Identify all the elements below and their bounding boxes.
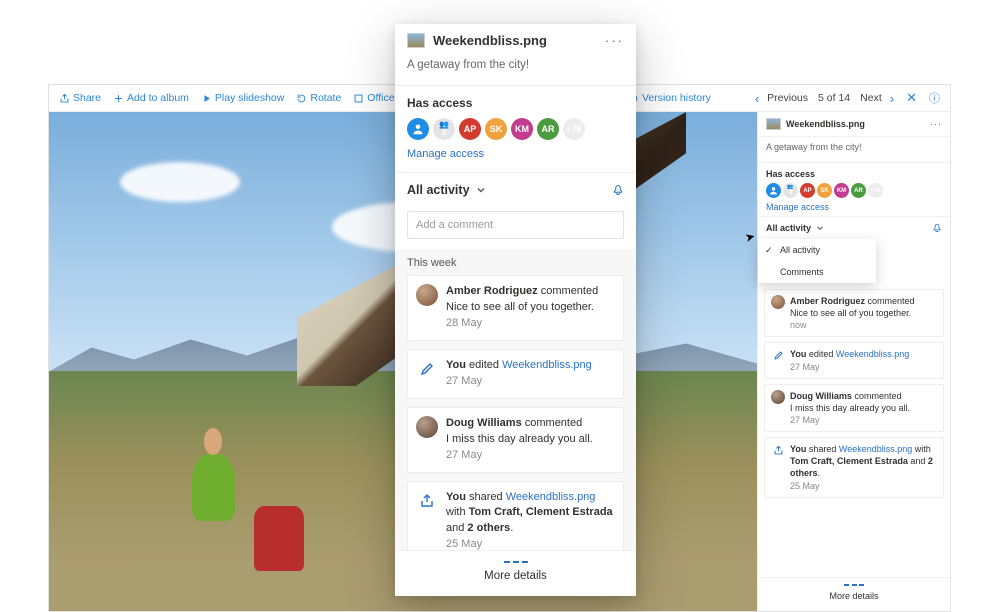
file-name: Weekendbliss.png xyxy=(433,33,547,48)
more-details-button[interactable]: More details xyxy=(395,550,636,596)
bell-icon xyxy=(612,184,624,196)
slideshow-label: Play slideshow xyxy=(215,92,284,104)
person-icon xyxy=(769,186,778,195)
chevron-down-icon xyxy=(815,223,825,233)
share-icon xyxy=(771,443,785,457)
rotate-button[interactable]: Rotate xyxy=(292,92,345,104)
side-avatar-row: 👥2 AP SK KM AR +76 xyxy=(766,183,942,198)
file-thumbnail-icon xyxy=(766,118,781,130)
activity-card: You edited Weekendbliss.png 27 May xyxy=(407,349,624,399)
comment-field-wrap xyxy=(407,211,624,239)
avatar[interactable]: AP xyxy=(459,118,481,140)
avatar-owner[interactable] xyxy=(766,183,781,198)
side-more-button[interactable]: ··· xyxy=(930,119,942,129)
edit-icon xyxy=(771,348,785,362)
side-details-panel: Weekendbliss.png ··· A getaway from the … xyxy=(757,112,950,611)
side-filter-dropdown: All activity Comments xyxy=(758,239,876,283)
activity-card: Doug Williams commented I miss this day … xyxy=(764,384,944,432)
avatar[interactable]: KM xyxy=(511,118,533,140)
share-icon xyxy=(59,93,70,104)
file-link[interactable]: Weekendbliss.png xyxy=(502,359,592,371)
side-filter-row[interactable]: All activity xyxy=(758,216,950,239)
file-link[interactable]: Weekendbliss.png xyxy=(506,491,596,503)
avatar-groups[interactable]: 👥2 xyxy=(433,118,455,140)
activity-card: Doug Williams commented I miss this day … xyxy=(407,407,624,473)
avatar[interactable]: SK xyxy=(485,118,507,140)
avatar xyxy=(771,390,785,404)
avatar[interactable]: AP xyxy=(800,183,815,198)
chevron-down-icon xyxy=(475,184,487,196)
previous-button[interactable]: ‹ xyxy=(751,91,763,106)
next-label: Next xyxy=(860,92,882,104)
side-filter-label: All activity xyxy=(766,223,811,233)
filter-label: All activity xyxy=(407,183,470,197)
avatar[interactable]: AR xyxy=(851,183,866,198)
notifications-button[interactable] xyxy=(612,184,624,196)
details-panel: Weekendbliss.png ··· A getaway from the … xyxy=(395,24,636,596)
avatar-overflow[interactable]: +76 xyxy=(563,118,585,140)
slideshow-button[interactable]: Play slideshow xyxy=(197,92,288,104)
add-icon xyxy=(113,93,124,104)
pager-text: 5 of 14 xyxy=(812,92,856,104)
dropdown-item-all[interactable]: All activity xyxy=(758,239,876,261)
share-icon xyxy=(416,490,438,512)
avatar xyxy=(416,416,438,438)
avatar xyxy=(771,295,785,309)
activity-card: Amber Rodriguez commented Nice to see al… xyxy=(407,275,624,341)
lens-icon xyxy=(353,93,364,104)
side-access-section: Has access 👥2 AP SK KM AR +76 Manage acc… xyxy=(758,162,950,216)
more-details-label: More details xyxy=(484,570,547,582)
activity-card: You shared Weekendbliss.png with Tom Cra… xyxy=(407,481,624,551)
access-avatars: 👥2 AP SK KM AR +76 xyxy=(395,116,636,142)
avatar[interactable]: KM xyxy=(834,183,849,198)
side-more-details[interactable]: More details xyxy=(758,577,950,611)
add-album-label: Add to album xyxy=(127,92,189,104)
add-album-button[interactable]: Add to album xyxy=(109,92,193,104)
avatar-groups[interactable]: 👥2 xyxy=(783,183,798,198)
avatar[interactable]: AR xyxy=(537,118,559,140)
version-history-label: Version history xyxy=(642,92,711,104)
panel-more-button[interactable]: ··· xyxy=(605,33,624,48)
share-button[interactable]: Share xyxy=(55,92,105,104)
side-header: Weekendbliss.png ··· xyxy=(758,112,950,137)
close-button[interactable]: ✕ xyxy=(902,90,921,106)
activity-card: Amber Rodriguez commented Nice to see al… xyxy=(764,289,944,337)
avatar[interactable]: SK xyxy=(817,183,832,198)
activity-filter[interactable]: All activity xyxy=(395,172,636,207)
next-button[interactable]: › xyxy=(886,91,898,106)
file-caption: A getaway from the city! xyxy=(395,57,636,85)
info-button[interactable]: ⓘ xyxy=(925,90,944,106)
panel-header: Weekendbliss.png ··· xyxy=(395,24,636,57)
manage-access-link[interactable]: Manage access xyxy=(395,142,636,172)
side-manage-access-link[interactable]: Manage access xyxy=(766,202,942,212)
edit-icon xyxy=(416,358,438,380)
activity-card: You shared Weekendbliss.png with Tom Cra… xyxy=(764,437,944,498)
person-icon xyxy=(412,123,424,135)
rotate-icon xyxy=(296,93,307,104)
avatar-owner[interactable] xyxy=(407,118,429,140)
dropdown-item-comments[interactable]: Comments xyxy=(758,261,876,283)
activity-card: You edited Weekendbliss.png 27 May xyxy=(764,342,944,378)
share-label: Share xyxy=(73,92,101,104)
previous-label: Previous xyxy=(767,92,808,104)
play-icon xyxy=(201,93,212,104)
avatar xyxy=(416,284,438,306)
side-caption: A getaway from the city! xyxy=(758,137,950,162)
side-file-name: Weekendbliss.png xyxy=(786,119,865,129)
activity-feed: This week Amber Rodriguez commented Nice… xyxy=(395,249,636,550)
avatar-overflow[interactable]: +76 xyxy=(868,183,883,198)
rotate-label: Rotate xyxy=(310,92,341,104)
access-heading: Has access xyxy=(395,85,636,116)
feed-group-label: This week xyxy=(407,255,624,275)
bell-icon[interactable] xyxy=(932,223,942,233)
file-thumbnail-icon xyxy=(407,33,425,48)
comment-input[interactable] xyxy=(407,211,624,239)
version-history-button[interactable]: Version history xyxy=(624,92,715,104)
side-access-heading: Has access xyxy=(766,169,942,179)
side-activity-feed: Amber Rodriguez commented Nice to see al… xyxy=(758,239,950,577)
